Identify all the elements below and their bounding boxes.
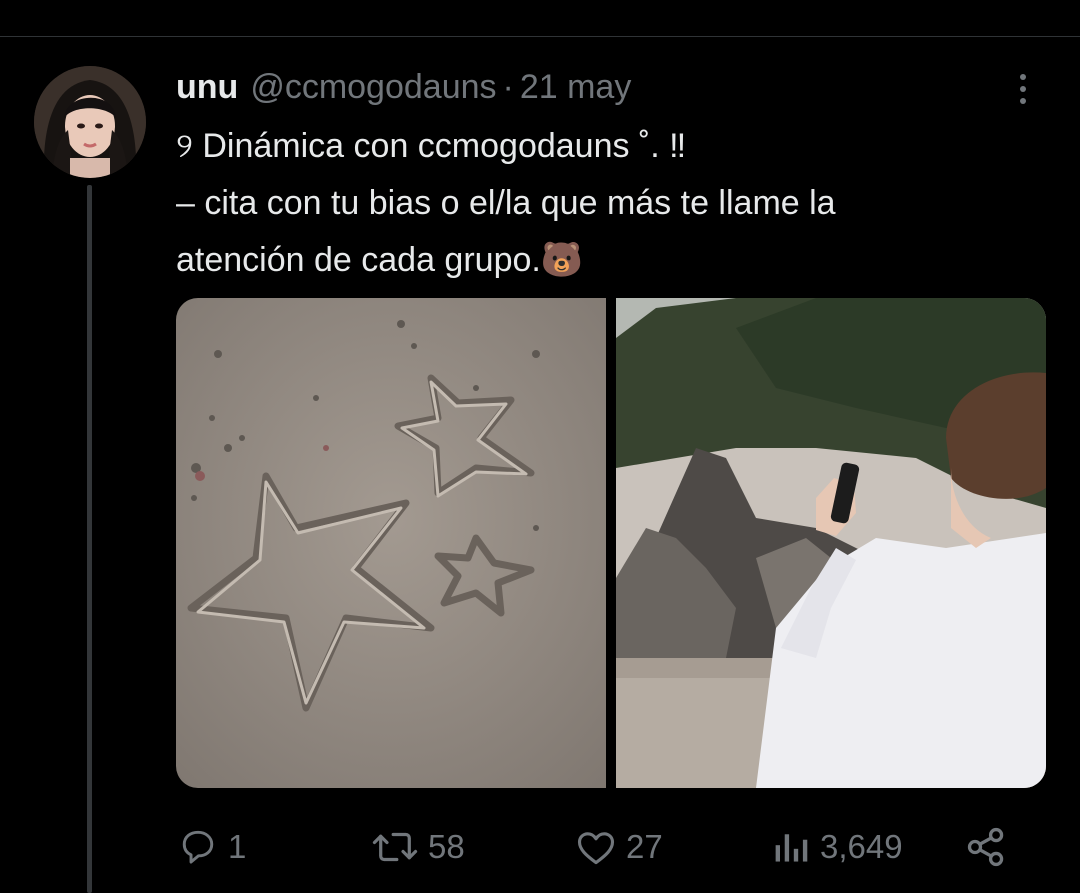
header-separator: · bbox=[502, 67, 514, 106]
heart-icon bbox=[577, 832, 615, 865]
display-name[interactable]: unu bbox=[176, 68, 238, 107]
views-count: 3,649 bbox=[820, 828, 903, 865]
tweet-text-line: – cita con tu bias o el/la que más te ll… bbox=[176, 184, 836, 222]
tweet-header: unu @ccmogodauns · 21 may bbox=[176, 66, 631, 108]
retweet-count: 58 bbox=[428, 828, 465, 865]
reply-count: 1 bbox=[228, 828, 247, 865]
share-icon bbox=[967, 827, 1004, 867]
media-grid bbox=[176, 298, 1046, 788]
reply-button[interactable]: 1 bbox=[176, 822, 246, 872]
tweet-timestamp[interactable]: 21 may bbox=[520, 68, 632, 107]
avatar[interactable] bbox=[34, 66, 146, 178]
media-photo-sand-stars[interactable] bbox=[176, 298, 606, 788]
views-button[interactable]: 3,649 bbox=[772, 822, 903, 872]
tweet-actions: 1 58 27 3,649 bbox=[176, 822, 1036, 872]
retweet-icon bbox=[372, 832, 418, 862]
views-icon bbox=[775, 834, 808, 862]
like-button[interactable]: 27 bbox=[574, 822, 663, 872]
tweet-page: unu @ccmogodauns · 21 may ୨ Dinámica con… bbox=[0, 0, 1080, 893]
user-handle[interactable]: @ccmogodauns bbox=[250, 68, 496, 107]
retweet-button[interactable]: 58 bbox=[370, 822, 465, 872]
reply-icon bbox=[182, 830, 214, 864]
media-photo-beach-person[interactable] bbox=[616, 298, 1046, 788]
tweet-text-line: atención de cada grupo.🐻 bbox=[176, 241, 584, 279]
like-count: 27 bbox=[626, 828, 663, 865]
more-icon[interactable] bbox=[1008, 70, 1038, 108]
thread-line bbox=[87, 185, 92, 893]
top-divider bbox=[0, 36, 1080, 37]
share-button[interactable] bbox=[964, 822, 1008, 872]
tweet-text-line: ୨ Dinámica con ccmogodauns ˚. ‼ bbox=[176, 127, 687, 165]
tweet-text: ୨ Dinámica con ccmogodauns ˚. ‼ – cita c… bbox=[176, 118, 1036, 289]
